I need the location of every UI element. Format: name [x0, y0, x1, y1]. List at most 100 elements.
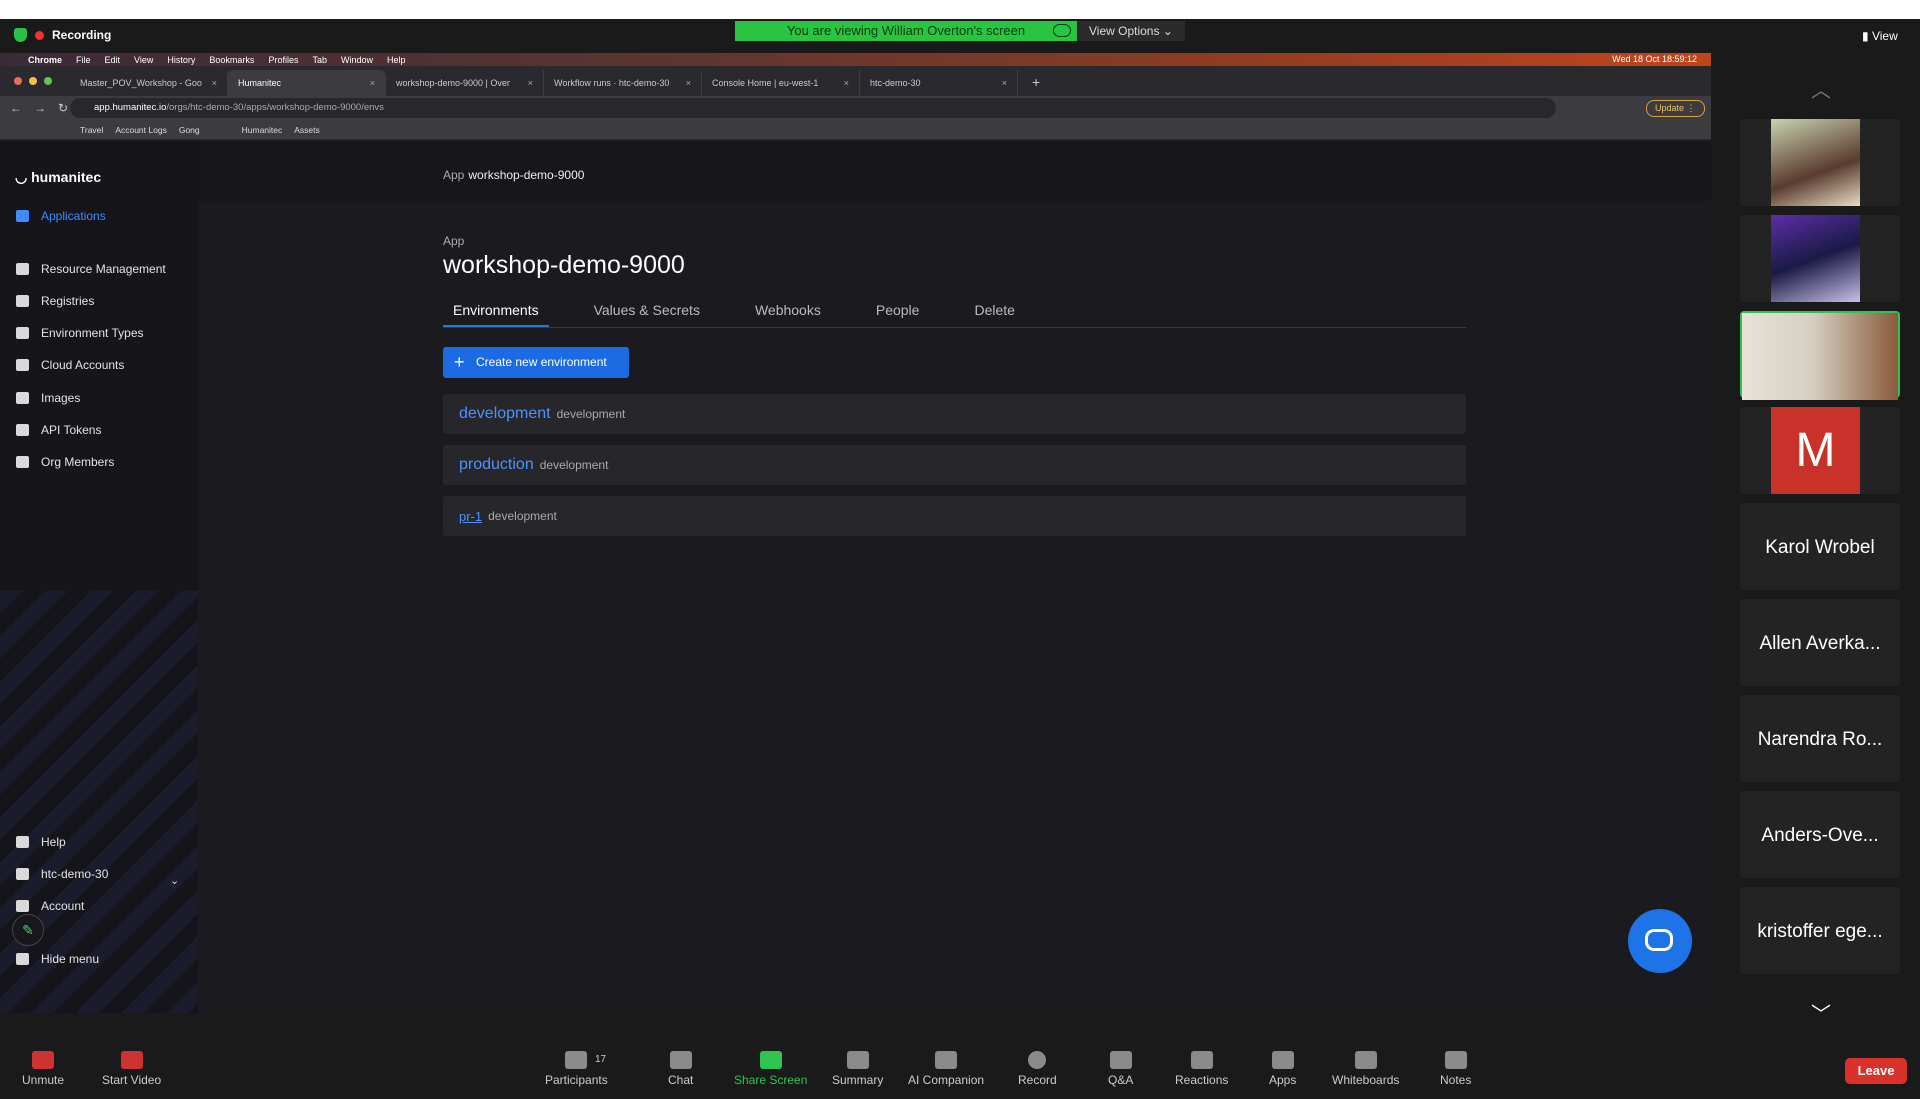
share-screen-button[interactable]: Share Screen	[734, 1051, 807, 1087]
sidebar-item-environment-types[interactable]: Environment Types	[16, 326, 144, 340]
browser-tab[interactable]: workshop-demo-9000 | Over ×	[386, 70, 544, 96]
org-selector[interactable]: htc-demo-30	[16, 867, 108, 881]
minimize-window-icon[interactable]	[29, 77, 37, 85]
members-icon	[16, 456, 29, 468]
participant-tile[interactable]: kristoffer ege...	[1740, 887, 1900, 974]
menu-help[interactable]: Help	[387, 55, 406, 65]
participant-tile[interactable]	[1740, 119, 1900, 206]
menu-chrome[interactable]: Chrome	[28, 55, 62, 65]
notes-button[interactable]: Notes	[1440, 1051, 1471, 1087]
menu-bookmarks[interactable]: Bookmarks	[209, 55, 254, 65]
menu-history[interactable]: History	[167, 55, 195, 65]
environment-name[interactable]: development	[459, 405, 551, 423]
app-tabs: Environments Values & Secrets Webhooks P…	[443, 295, 1466, 328]
apps-button[interactable]: Apps	[1269, 1051, 1296, 1087]
bookmark-gong[interactable]: Gong	[179, 125, 200, 135]
tab-values-secrets[interactable]: Values & Secrets	[584, 295, 710, 327]
menu-profiles[interactable]: Profiles	[268, 55, 298, 65]
menu-edit[interactable]: Edit	[105, 55, 121, 65]
view-options-button[interactable]: View Options ⌄	[1077, 21, 1185, 41]
environment-row[interactable]: pr-1 development	[443, 496, 1466, 536]
menu-tab[interactable]: Tab	[312, 55, 327, 65]
building-icon	[16, 868, 29, 880]
hide-menu-button[interactable]: Hide menu	[16, 952, 99, 966]
reload-icon[interactable]: ↻	[58, 101, 68, 115]
sidebar-item-cloud-accounts[interactable]: Cloud Accounts	[16, 358, 124, 372]
maximize-window-icon[interactable]	[44, 77, 52, 85]
browser-tab[interactable]: Workflow runs · htc-demo-30 ×	[544, 70, 702, 96]
sidebar-item-api-tokens[interactable]: API Tokens	[16, 423, 101, 437]
participant-tile[interactable]	[1740, 215, 1900, 302]
close-window-icon[interactable]	[14, 77, 22, 85]
menu-window[interactable]: Window	[341, 55, 373, 65]
sidebar-item-account[interactable]: Account	[16, 899, 84, 913]
chevron-down-icon[interactable]: ⌄	[170, 874, 179, 887]
participant-tile[interactable]: Karol Wrobel	[1740, 503, 1900, 590]
bookmark-humanitec[interactable]: Humanitec	[242, 125, 283, 135]
summary-button[interactable]: Summary	[832, 1051, 883, 1087]
ai-companion-button[interactable]: AI Companion	[908, 1051, 984, 1087]
environment-name[interactable]: pr-1	[459, 509, 482, 524]
breadcrumb: App workshop-demo-9000	[443, 168, 584, 182]
environment-row[interactable]: development development	[443, 394, 1466, 434]
environment-name[interactable]: production	[459, 456, 534, 474]
bookmark-assets[interactable]: Assets	[294, 125, 320, 135]
new-tab-icon[interactable]: +	[1032, 74, 1040, 90]
participant-name: Anders-Ove...	[1761, 825, 1879, 846]
participant-tile-active-speaker[interactable]	[1740, 311, 1900, 400]
sidebar-item-help[interactable]: Help	[16, 835, 66, 849]
browser-tab[interactable]: htc-demo-30 ×	[860, 70, 1018, 96]
close-tab-icon[interactable]: ×	[212, 78, 217, 88]
bookmark-account-logs[interactable]: Account Logs	[115, 125, 167, 135]
participant-tile[interactable]: Narendra Ro...	[1740, 695, 1900, 782]
tab-people[interactable]: People	[866, 295, 930, 327]
logo[interactable]: ◡ humanitec	[15, 169, 101, 186]
participant-tile[interactable]: Anders-Ove...	[1740, 791, 1900, 878]
tab-delete[interactable]: Delete	[964, 295, 1024, 327]
unmute-button[interactable]: Unmute	[22, 1051, 64, 1087]
sidebar-item-org-members[interactable]: Org Members	[16, 455, 114, 469]
close-tab-icon[interactable]: ×	[370, 78, 375, 88]
back-icon[interactable]: ←	[10, 101, 22, 115]
close-tab-icon[interactable]: ×	[528, 78, 533, 88]
tab-webhooks[interactable]: Webhooks	[745, 295, 831, 327]
sidebar-item-resource-management[interactable]: Resource Management	[16, 262, 166, 276]
view-button[interactable]: ▮ View	[1862, 29, 1898, 43]
reactions-button[interactable]: Reactions	[1175, 1051, 1228, 1087]
record-button[interactable]: Record	[1018, 1051, 1057, 1087]
bookmark-travel[interactable]: Travel	[80, 125, 103, 135]
breadcrumb-value[interactable]: workshop-demo-9000	[468, 168, 584, 182]
participants-icon	[565, 1051, 588, 1069]
close-tab-icon[interactable]: ×	[1002, 78, 1007, 88]
leave-button[interactable]: Leave	[1845, 1058, 1907, 1084]
scroll-up-icon[interactable]: ︿	[1811, 74, 1831, 103]
address-bar[interactable]: app.humanitec.io/orgs/htc-demo-30/apps/w…	[70, 98, 1556, 118]
browser-tab[interactable]: Console Home | eu-west-1 ×	[702, 70, 860, 96]
qa-button[interactable]: Q&A	[1108, 1051, 1133, 1087]
sidebar-item-applications[interactable]: Applications	[16, 209, 106, 223]
sidebar-item-registries[interactable]: Registries	[16, 294, 94, 308]
whiteboard-icon	[1354, 1051, 1377, 1069]
update-button[interactable]: Update ⋮	[1646, 100, 1705, 117]
participant-tile[interactable]: M	[1740, 407, 1900, 494]
edit-icon[interactable]: ✎	[12, 914, 44, 946]
forward-icon[interactable]: →	[34, 101, 46, 115]
browser-tab[interactable]: Master_POV_Workshop - Goo ×	[70, 70, 228, 96]
menu-view[interactable]: View	[134, 55, 153, 65]
chat-support-button[interactable]	[1628, 909, 1692, 973]
menu-file[interactable]: File	[76, 55, 91, 65]
tab-environments[interactable]: Environments	[443, 295, 549, 327]
close-tab-icon[interactable]: ×	[844, 78, 849, 88]
create-environment-label: Create new environment	[476, 355, 607, 369]
participant-tile[interactable]: Allen Averka...	[1740, 599, 1900, 686]
create-environment-button[interactable]: + Create new environment	[443, 347, 629, 378]
close-tab-icon[interactable]: ×	[686, 78, 691, 88]
environment-row[interactable]: production development	[443, 445, 1466, 485]
start-video-button[interactable]: Start Video	[102, 1051, 161, 1087]
whiteboards-button[interactable]: Whiteboards	[1332, 1051, 1399, 1087]
browser-tab-active[interactable]: Humanitec ×	[228, 70, 386, 96]
tab-label: workshop-demo-9000 | Over	[396, 78, 510, 88]
chat-button[interactable]: Chat	[668, 1051, 693, 1087]
scroll-down-icon[interactable]: ﹀	[1811, 998, 1831, 1027]
sidebar-item-images[interactable]: Images	[16, 391, 80, 405]
